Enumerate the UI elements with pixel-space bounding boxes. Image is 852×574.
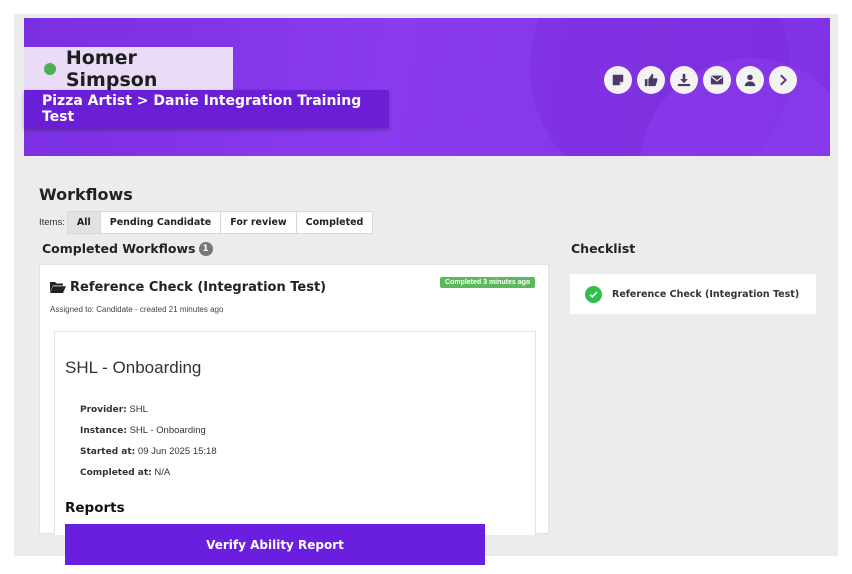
- provider-label: Provider:: [80, 405, 127, 415]
- workflow-card-title: Reference Check (Integration Test): [70, 280, 327, 295]
- completed-status-badge: Completed 3 minutes ago: [440, 277, 536, 288]
- thumbs-up-icon: [644, 73, 658, 87]
- completed-workflows-title: Completed Workflows: [42, 241, 196, 256]
- completed-label: Completed at:: [80, 468, 152, 478]
- checklist-item-label: Reference Check (Integration Test): [612, 288, 800, 300]
- next-button[interactable]: [769, 66, 797, 94]
- tab-completed[interactable]: Completed: [296, 211, 374, 234]
- download-icon: [677, 73, 691, 87]
- email-icon: [710, 75, 724, 85]
- tab-for-review[interactable]: For review: [221, 211, 297, 234]
- workflows-title: Workflows: [39, 185, 133, 204]
- instance-row: Instance: SHL - Onboarding: [80, 425, 206, 436]
- assessment-panel: SHL - Onboarding Provider: SHL Instance:…: [54, 331, 536, 535]
- checklist-item: Reference Check (Integration Test): [570, 274, 816, 314]
- workflow-card-subtitle: Assigned to: Candidate - created 21 minu…: [50, 305, 224, 314]
- workflow-card: Reference Check (Integration Test) Compl…: [39, 264, 549, 535]
- instance-label: Instance:: [80, 426, 127, 436]
- user-icon: [744, 74, 756, 87]
- items-label: Items:: [39, 217, 65, 228]
- download-button[interactable]: [670, 66, 698, 94]
- assessment-title: SHL - Onboarding: [65, 358, 202, 377]
- completed-value: N/A: [154, 467, 171, 478]
- started-label: Started at:: [80, 447, 136, 457]
- folder-open-icon: [50, 282, 66, 293]
- reports-title: Reports: [65, 500, 125, 516]
- candidate-name: Homer Simpson: [65, 46, 158, 91]
- candidate-name-box: Homer Simpson: [24, 46, 233, 91]
- candidate-role-box: Pizza Artist > Danie Integration Trainin…: [24, 90, 389, 128]
- workflow-card-header: Reference Check (Integration Test): [50, 280, 326, 295]
- workflow-filter-tabs: Items: All Pending Candidate For review …: [39, 211, 374, 234]
- started-row: Started at: 09 Jun 2025 15:18: [80, 446, 217, 457]
- notes-button[interactable]: [604, 66, 632, 94]
- provider-value: SHL: [129, 404, 148, 415]
- tab-all[interactable]: All: [66, 211, 101, 234]
- chevron-right-icon: [780, 74, 787, 86]
- candidate-role: Pizza Artist > Danie Integration Trainin…: [42, 93, 362, 125]
- verify-ability-report-button[interactable]: Verify Ability Report: [65, 524, 485, 565]
- instance-value: SHL - Onboarding: [129, 425, 206, 436]
- check-circle-icon: [585, 285, 602, 303]
- provider-row: Provider: SHL: [80, 404, 148, 415]
- email-button[interactable]: [703, 66, 731, 94]
- completed-row: Completed at: N/A: [80, 467, 170, 478]
- completed-count-badge: 1: [198, 241, 213, 256]
- header-actions: [604, 66, 797, 94]
- tab-pending-candidate[interactable]: Pending Candidate: [100, 211, 222, 234]
- status-online-icon: [44, 62, 56, 75]
- completed-workflows-heading: Completed Workflows 1: [42, 241, 213, 256]
- checklist-title: Checklist: [571, 241, 636, 256]
- approve-button[interactable]: [637, 66, 665, 94]
- note-icon: [612, 74, 624, 86]
- profile-button[interactable]: [736, 66, 764, 94]
- started-value: 09 Jun 2025 15:18: [137, 446, 217, 457]
